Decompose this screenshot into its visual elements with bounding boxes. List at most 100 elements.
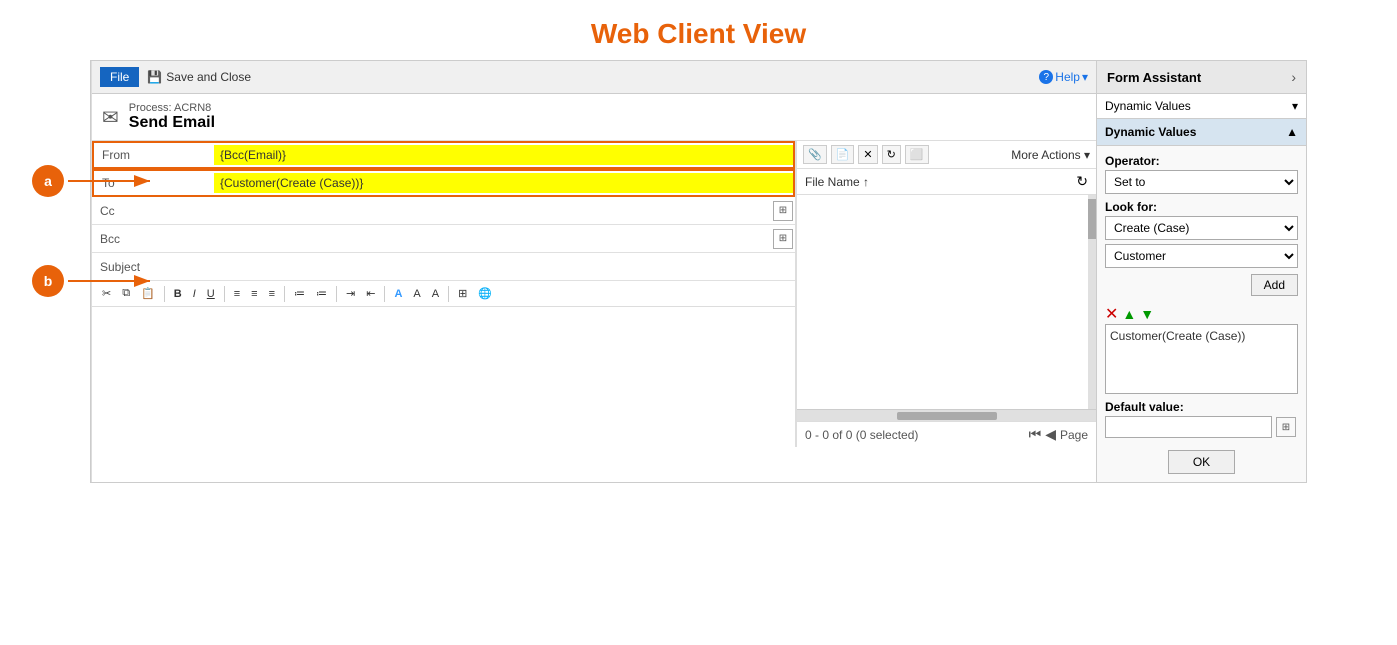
underline-btn[interactable]: U (203, 286, 219, 302)
paste-btn[interactable]: 📋 (137, 285, 159, 302)
to-row: To {Customer(Create (Case))} (92, 169, 795, 197)
save-icon: 💾 (147, 70, 162, 84)
editor-toolbar: ✂ ⧉ 📋 B I U ≡ ≡ ≡ ≔ ≔ (92, 281, 795, 307)
indent-btn[interactable]: ⇥ (342, 285, 359, 302)
more-actions-btn[interactable]: More Actions ▾ (1011, 148, 1090, 162)
panel-section[interactable]: Dynamic Values ▲ (1097, 119, 1306, 146)
subject-input[interactable] (212, 257, 795, 277)
editor-body[interactable] (92, 307, 795, 447)
panel-body: Operator: Set to Look for: Create (Case)… (1097, 146, 1306, 482)
outdent-btn[interactable]: ⇤ (362, 285, 379, 302)
align-right-btn[interactable]: ≡ (265, 286, 279, 302)
attachment-pagination: 0 - 0 of 0 (0 selected) ⏮ ◀ Page (797, 421, 1096, 447)
bcc-row: Bcc ⊞ (92, 225, 795, 253)
scroll-bar[interactable] (1088, 195, 1096, 409)
prev-page-btn[interactable]: ◀ (1045, 426, 1056, 443)
delete-item-btn[interactable]: ✕ (1105, 304, 1118, 324)
help-link[interactable]: ? Help ▾ (1039, 70, 1088, 84)
from-row: From {Bcc(Email)} (92, 141, 795, 169)
panel-dropdown[interactable]: Dynamic Values ▾ (1097, 94, 1306, 119)
form-assistant-panel: Form Assistant › Dynamic Values ▾ Dynami… (1096, 61, 1306, 482)
divider-2 (224, 286, 225, 302)
align-center-btn[interactable]: ≡ (247, 286, 261, 302)
section-collapse-icon: ▲ (1286, 125, 1298, 139)
bcc-input[interactable] (212, 230, 773, 248)
default-value-row: ⊞ (1105, 416, 1298, 438)
subject-label: Subject (92, 256, 212, 278)
file-name-col[interactable]: File Name ↑ (805, 175, 869, 189)
divider-3 (284, 286, 285, 302)
panel-title: Form Assistant (1107, 70, 1201, 85)
attach-btn[interactable]: 📎 (803, 145, 827, 164)
add-button[interactable]: Add (1251, 274, 1298, 296)
divider-6 (448, 286, 449, 302)
attach-open-btn[interactable]: ⬜ (905, 145, 929, 164)
copy-btn[interactable]: ⧉ (118, 285, 134, 302)
cc-input[interactable] (212, 202, 773, 220)
cc-row: Cc ⊞ (92, 197, 795, 225)
font-size-btn[interactable]: A (409, 286, 424, 302)
refresh-list-btn[interactable]: ↻ (1076, 173, 1088, 190)
annotation-badge-b: b (32, 265, 64, 297)
annotation-badge-a: a (32, 165, 64, 197)
operator-label: Operator: (1105, 154, 1298, 168)
section-label: Dynamic Values (1105, 125, 1196, 139)
cc-picker-icon[interactable]: ⊞ (773, 201, 793, 221)
bcc-picker-icon[interactable]: ⊞ (773, 229, 793, 249)
value-list: Customer(Create (Case)) (1105, 324, 1298, 394)
file-button[interactable]: File (100, 67, 139, 87)
to-value[interactable]: {Customer(Create (Case))} (214, 173, 793, 193)
align-left-btn[interactable]: ≡ (230, 286, 244, 302)
dropdown-chevron-icon: ▾ (1292, 99, 1298, 113)
bold-btn[interactable]: B (170, 286, 186, 302)
default-value-section: Default value: ⊞ (1105, 400, 1298, 438)
divider-5 (384, 286, 385, 302)
move-up-btn[interactable]: ▲ (1122, 306, 1136, 322)
attachment-toolbar: 📎 📄 ✕ ↻ ⬜ More Actions ▾ (797, 141, 1096, 169)
operator-field: Operator: Set to (1105, 154, 1298, 194)
ok-button[interactable]: OK (1168, 450, 1235, 474)
first-page-btn[interactable]: ⏮ (1029, 426, 1042, 443)
ul-btn[interactable]: ≔ (312, 285, 331, 302)
font-style-btn[interactable]: A (428, 286, 443, 302)
divider-4 (336, 286, 337, 302)
insert-table-btn[interactable]: ⊞ (454, 285, 471, 302)
process-header: ✉ Process: ACRN8 Send Email (92, 94, 1096, 141)
from-value[interactable]: {Bcc(Email)} (214, 145, 793, 165)
page-label: Page (1060, 428, 1088, 442)
delete-attach-btn[interactable]: ✕ (858, 145, 877, 164)
look-for-field: Look for: Create (Case) Customer (1105, 200, 1298, 268)
default-value-input[interactable] (1105, 416, 1272, 438)
look-for-select-1[interactable]: Create (Case) (1105, 216, 1298, 240)
pagination-text: 0 - 0 of 0 (0 selected) (805, 428, 918, 442)
refresh-btn[interactable]: ↻ (882, 145, 901, 164)
attachment-list-header: File Name ↑ ↻ (797, 169, 1096, 195)
attach-note-btn[interactable]: 📄 (831, 145, 855, 164)
ol-btn[interactable]: ≔ (290, 285, 309, 302)
attachment-list-body (797, 195, 1088, 409)
cut-btn[interactable]: ✂ (98, 285, 115, 302)
default-value-label: Default value: (1105, 400, 1298, 414)
page-title: Web Client View (0, 0, 1397, 60)
move-down-btn[interactable]: ▼ (1140, 306, 1154, 322)
email-icon: ✉ (102, 105, 119, 130)
process-label: Process: ACRN8 (129, 102, 215, 114)
help-dropdown-icon: ▾ (1082, 70, 1088, 84)
horizontal-scrollbar[interactable] (797, 409, 1096, 421)
sort-icon: ↑ (863, 175, 869, 189)
insert-link-btn[interactable]: 🌐 (474, 285, 496, 302)
list-section: ✕ ▲ ▼ Customer(Create (Case)) (1105, 302, 1298, 394)
save-close-button[interactable]: 💾 Save and Close (147, 70, 251, 84)
italic-btn[interactable]: I (189, 286, 200, 302)
look-for-select-2[interactable]: Customer (1105, 244, 1298, 268)
font-color-btn[interactable]: A (390, 286, 406, 302)
operator-select[interactable]: Set to (1105, 170, 1298, 194)
panel-header: Form Assistant › (1097, 61, 1306, 94)
value-list-item: Customer(Create (Case)) (1110, 329, 1245, 343)
default-picker-icon[interactable]: ⊞ (1276, 417, 1296, 437)
dropdown-label: Dynamic Values (1105, 99, 1191, 113)
list-controls: ✕ ▲ ▼ (1105, 304, 1298, 324)
subject-row: Subject (92, 253, 795, 281)
panel-expand-icon[interactable]: › (1291, 69, 1296, 85)
process-name: Send Email (129, 114, 215, 132)
